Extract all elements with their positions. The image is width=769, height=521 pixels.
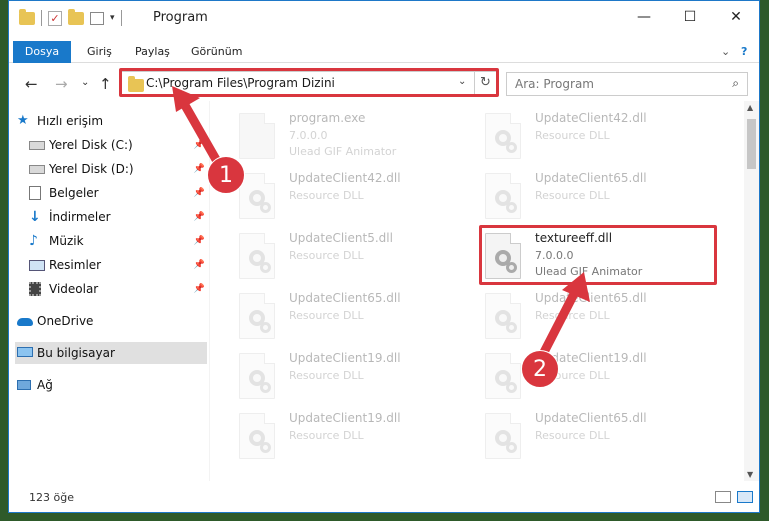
step-2-badge: 2 (521, 350, 559, 388)
step-1-badge: 1 (207, 156, 245, 194)
arrow-2-shaft (535, 285, 581, 365)
annotation-arrows (172, 86, 590, 365)
